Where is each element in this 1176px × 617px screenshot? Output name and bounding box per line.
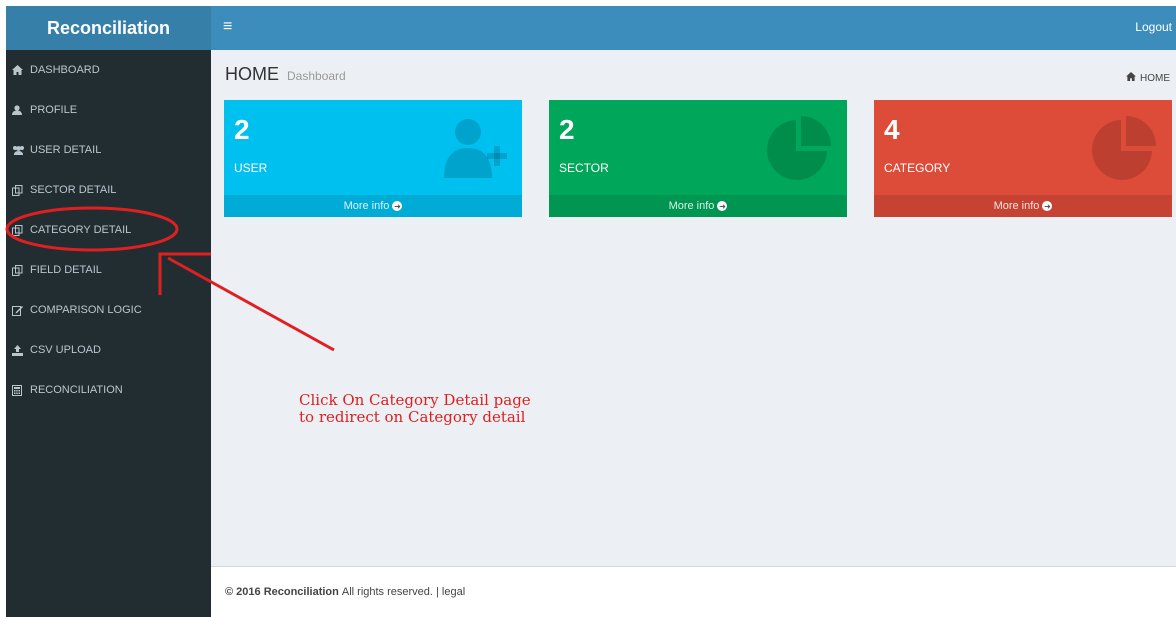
- sidebar-item-label: RECONCILIATION: [30, 384, 123, 396]
- sidebar-item-label: FIELD DETAIL: [30, 264, 102, 276]
- brand-title: Reconciliation: [46, 17, 171, 38]
- sidebar-item-category-detail[interactable]: CATEGORY DETAIL: [6, 210, 211, 250]
- page-title: HOME: [225, 64, 279, 84]
- logout-button[interactable]: Logout: [1135, 20, 1172, 34]
- user-count: 2: [234, 114, 250, 145]
- user-more-info-link[interactable]: More info ➜: [224, 195, 522, 217]
- page-footer: © 2016 Reconciliation All rights reserve…: [211, 566, 1176, 617]
- sidebar-item-label: PROFILE: [30, 104, 78, 116]
- user-label: USER: [234, 161, 268, 175]
- pie-chart-icon: [1092, 116, 1156, 180]
- user-plus-icon: [444, 119, 507, 178]
- brand-logo[interactable]: Reconciliation: [6, 6, 211, 50]
- user-icon: [12, 105, 30, 115]
- category-stat-box: 4 CATEGORY More info ➜: [874, 100, 1172, 217]
- copyright-text: © 2016 Reconciliation: [225, 586, 339, 598]
- arrow-circle-right-icon: ➜: [1042, 201, 1053, 211]
- sidebar-item-label: DASHBOARD: [30, 64, 100, 76]
- home-icon: [1126, 72, 1136, 84]
- hamburger-icon[interactable]: ≡: [223, 18, 232, 36]
- sidebar-item-dashboard[interactable]: DASHBOARD: [6, 50, 211, 90]
- arrow-circle-right-icon: ➜: [717, 201, 728, 211]
- users-icon: [12, 145, 30, 155]
- page-header: HOME Dashboard: [225, 64, 346, 85]
- calculator-icon: [12, 384, 30, 396]
- sidebar-item-label: COMPARISON LOGIC: [30, 304, 142, 316]
- sector-stat-box: 2 SECTOR More info ➜: [549, 100, 847, 217]
- top-navbar: ≡ Logout: [211, 6, 1176, 50]
- annotation-note: Click On Category Detail page to redirec…: [299, 392, 599, 426]
- rights-text[interactable]: All rights reserved. | legal: [342, 586, 465, 598]
- main-content: HOME Dashboard HOME 2 USER More info ➜ 2…: [211, 50, 1176, 566]
- sidebar-item-sector-detail[interactable]: SECTOR DETAIL: [6, 170, 211, 210]
- upload-icon: [12, 344, 30, 356]
- more-info-label: More info: [343, 200, 390, 212]
- copy-icon: [12, 264, 30, 276]
- sidebar-item-label: SECTOR DETAIL: [30, 184, 117, 196]
- sidebar-item-comparison-logic[interactable]: COMPARISON LOGIC: [6, 290, 211, 330]
- category-count: 4: [884, 114, 900, 145]
- annotation-line-1: Click On Category Detail page: [299, 391, 531, 409]
- user-stat-box: 2 USER More info ➜: [224, 100, 522, 217]
- edit-icon: [12, 305, 30, 316]
- sector-count: 2: [559, 114, 575, 145]
- copy-icon: [12, 184, 30, 196]
- pie-chart-icon: [767, 116, 831, 180]
- page-subtitle: Dashboard: [287, 69, 346, 83]
- annotation-line-2: to redirect on Category detail: [299, 408, 526, 426]
- arrow-circle-right-icon: ➜: [392, 201, 403, 211]
- category-label: CATEGORY: [884, 161, 951, 175]
- sidebar-item-reconciliation[interactable]: RECONCILIATION: [6, 370, 211, 410]
- breadcrumb-home[interactable]: HOME: [1140, 73, 1170, 84]
- sidebar-item-profile[interactable]: PROFILE: [6, 90, 211, 130]
- copy-icon: [12, 224, 30, 236]
- sidebar-item-user-detail[interactable]: USER DETAIL: [6, 130, 211, 170]
- sidebar-item-label: USER DETAIL: [30, 144, 102, 156]
- more-info-label: More info: [993, 200, 1040, 212]
- home-icon: [12, 65, 30, 75]
- category-more-info-link[interactable]: More info ➜: [874, 195, 1172, 217]
- more-info-label: More info: [668, 200, 715, 212]
- sidebar-item-field-detail[interactable]: FIELD DETAIL: [6, 250, 211, 290]
- breadcrumb[interactable]: HOME: [1126, 72, 1170, 84]
- sidebar-item-csv-upload[interactable]: CSV UPLOAD: [6, 330, 211, 370]
- sidebar: DASHBOARD PROFILE USER DETAIL SECTOR DET…: [6, 50, 211, 617]
- sector-label: SECTOR: [559, 161, 609, 175]
- sidebar-item-label: CATEGORY DETAIL: [30, 224, 132, 236]
- sidebar-item-label: CSV UPLOAD: [30, 344, 101, 356]
- sector-more-info-link[interactable]: More info ➜: [549, 195, 847, 217]
